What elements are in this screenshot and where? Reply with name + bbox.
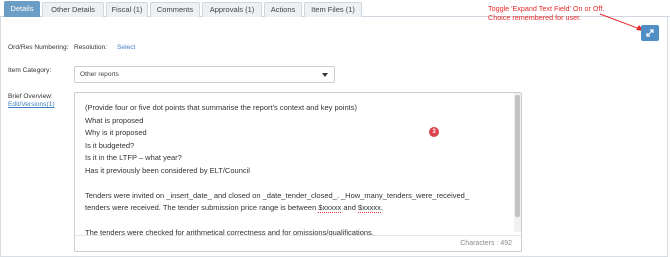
tab-approvals[interactable]: Approvals (1)	[202, 2, 262, 17]
spellcheck-token: $xxxxx	[318, 203, 342, 213]
editor-punctuation: .	[380, 203, 383, 212]
edit-versions-link[interactable]: Edit/Versions(1)	[8, 101, 55, 108]
editor-line: Why is it proposed	[85, 128, 147, 137]
editor-word: and	[343, 203, 356, 212]
tab-item-files[interactable]: Item Files (1)	[304, 2, 362, 17]
editor-line: Is it budgeted?	[85, 140, 135, 150]
brief-overview-editor[interactable]: (Provide four or five dot points that su…	[74, 92, 522, 252]
resolution-label: Resolution:	[74, 44, 107, 51]
tab-comments[interactable]: Comments	[150, 2, 200, 17]
editor-line: Is it in the LTFP – what year?	[85, 153, 182, 162]
editor-line: What is proposed	[85, 115, 144, 125]
item-category-label: Item Category:	[8, 67, 52, 74]
tab-fiscal[interactable]: Fiscal (1)	[106, 2, 148, 17]
editor-line-text: tenders were received. The tender submis…	[85, 203, 317, 212]
editor-footer: Characters : 492	[75, 235, 521, 251]
item-category-select[interactable]: Other reports	[74, 66, 335, 83]
item-category-value: Other reports	[80, 71, 119, 78]
editor-line-price-range: tenders were received. The tender submis…	[85, 202, 505, 215]
editor-line: Has it previously been considered by ELT…	[85, 165, 250, 175]
tab-other-details[interactable]: Other Details	[42, 2, 104, 17]
resolution-select-link[interactable]: Select	[117, 44, 135, 51]
character-count: Characters : 492	[460, 240, 512, 247]
expand-text-field-button[interactable]	[641, 25, 659, 41]
spellcheck-error-badge[interactable]: 3	[429, 127, 439, 137]
chevron-down-icon	[322, 73, 328, 77]
ord-res-numbering-label: Ord/Res Numbering:	[8, 44, 69, 51]
editor-scrollbar-thumb[interactable]	[515, 95, 520, 217]
editor-content[interactable]: (Provide four or five dot points that su…	[85, 102, 505, 240]
brief-overview-label: Brief Overview:	[8, 93, 53, 100]
editor-line	[85, 177, 505, 190]
editor-scrollbar[interactable]	[514, 93, 521, 232]
editor-line: Tenders were invited on _insert_date_ an…	[85, 190, 470, 200]
annotation-line-1: Toggle 'Expand Text Field' On or Off.	[488, 4, 605, 13]
spellcheck-token: $xxxxx	[357, 203, 381, 213]
tab-actions[interactable]: Actions	[264, 2, 302, 17]
editor-line	[85, 215, 505, 228]
editor-line: (Provide four or five dot points that su…	[85, 103, 357, 112]
tab-details[interactable]: Details	[4, 1, 40, 17]
expand-arrows-icon	[646, 29, 654, 37]
